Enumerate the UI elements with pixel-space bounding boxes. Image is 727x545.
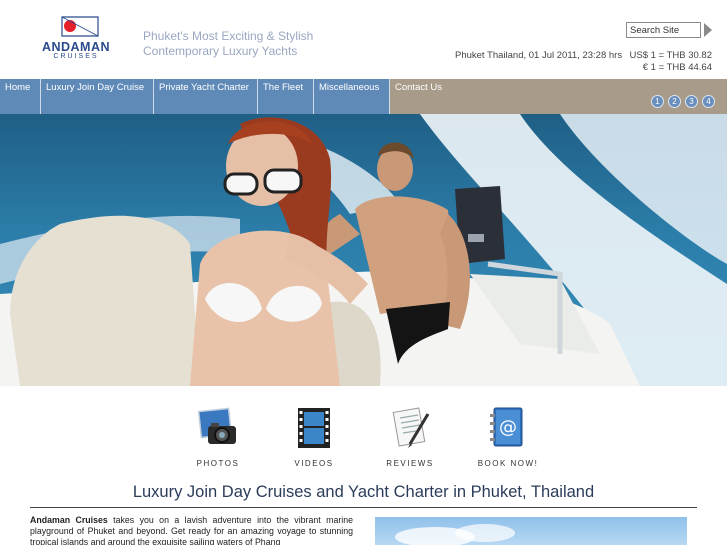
feature-photos-label: PHOTOS [196,459,240,468]
slide-dot-3[interactable]: 3 [685,95,698,108]
sky-photo [395,524,515,545]
nav-home[interactable]: Home [0,79,41,114]
slide-dot-4[interactable]: 4 [702,95,715,108]
slide-dot-2[interactable]: 2 [668,95,681,108]
document-pen-icon [392,407,430,448]
nav-the-fleet[interactable]: The Fleet [258,79,314,114]
page-headline: Luxury Join Day Cruises and Yacht Charte… [132,483,595,501]
feature-reviews-label: REVIEWS [386,459,434,468]
search-arrow-icon[interactable] [704,23,712,37]
camera-icon [197,407,236,444]
main-nav: Home Luxury Join Day Cruise Private Yach… [0,79,727,114]
address-book-icon: @ [490,407,523,447]
feature-photos[interactable]: PHOTOS [183,406,253,468]
fx-eur: € 1 = THB 44.64 [642,61,712,73]
site-logo[interactable]: ANDAMAN CRUISES [36,16,116,62]
feature-videos-label: VIDEOS [294,459,334,468]
hero-boat-scene [0,114,727,386]
flag-icon [61,16,99,37]
nav-contact-us[interactable]: Contact Us [390,79,460,114]
slider-pagination: 1 2 3 4 [651,95,715,108]
feature-reviews[interactable]: REVIEWS [375,406,445,468]
nav-private-yacht-charter[interactable]: Private Yacht Charter [154,79,258,114]
exchange-rates: US$ 1 = THB 30.82 € 1 = THB 44.64 [630,50,712,73]
nav-luxury-join-day-cruise[interactable]: Luxury Join Day Cruise [41,79,154,114]
film-icon [298,408,330,448]
search-input[interactable] [626,22,701,38]
svg-text:@: @ [499,417,517,438]
tagline: Phuket's Most Exciting & Stylish Contemp… [143,29,343,59]
location-datetime: Phuket Thailand, 01 Jul 2011, 23:28 hrs [455,50,623,61]
intro-paragraph: Andaman Cruises takes you on a lavish ad… [30,515,353,545]
content-photo [375,517,687,545]
brand-sub: CRUISES [53,53,99,60]
tagline-line-1: Phuket's Most Exciting & Stylish [143,29,314,43]
feature-book-now[interactable]: @ BOOK NOW! [473,406,543,468]
fx-usd: US$ 1 = THB 30.82 [629,50,712,61]
brand-name: ANDAMAN [41,40,111,54]
feature-book-now-label: BOOK NOW! [477,459,539,468]
divider [30,507,697,508]
nav-miscellaneous[interactable]: Miscellaneous [314,79,390,114]
tagline-line-2: Contemporary Luxury Yachts [143,44,298,58]
intro-brand: Andaman Cruises [30,515,108,525]
feature-videos[interactable]: VIDEOS [279,406,349,468]
hero-slide-image [0,114,727,386]
slide-dot-1[interactable]: 1 [651,95,664,108]
